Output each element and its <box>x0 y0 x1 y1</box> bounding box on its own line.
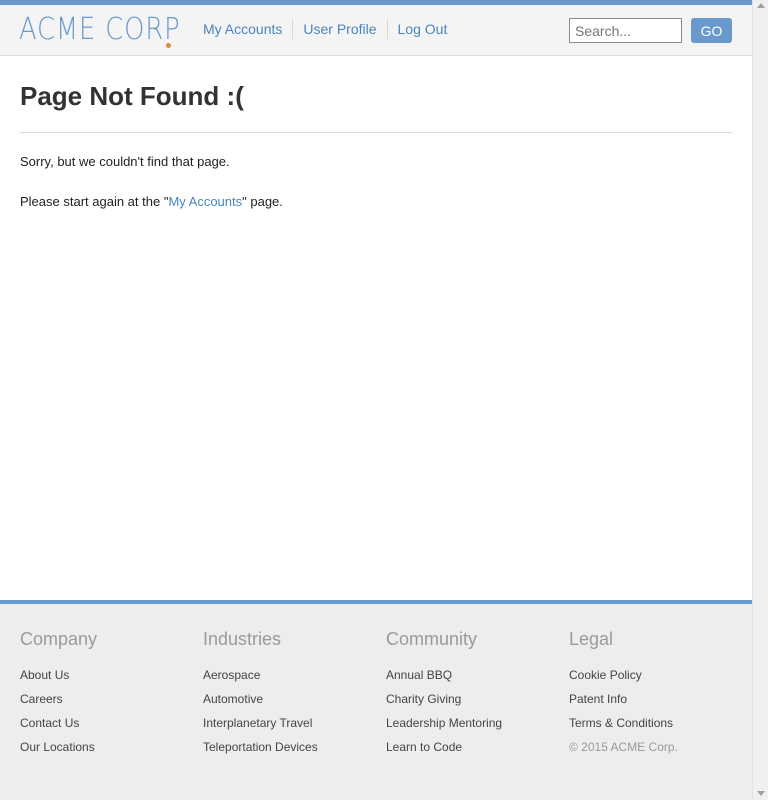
logo-dot <box>166 43 171 48</box>
restart-suffix: " page. <box>242 194 283 209</box>
sorry-message: Sorry, but we couldn't find that page. <box>20 154 230 169</box>
footer-link-aerospace[interactable]: Aerospace <box>203 663 383 687</box>
go-button[interactable]: GO <box>691 18 732 43</box>
copyright-text: © 2015 ACME Corp. <box>569 740 678 754</box>
footer-column-company: Company About Us Careers Contact Us Our … <box>20 628 200 759</box>
footer-link-learn-to-code[interactable]: Learn to Code <box>386 735 566 759</box>
nav-my-accounts[interactable]: My Accounts <box>192 19 292 39</box>
footer: Company About Us Careers Contact Us Our … <box>0 600 752 800</box>
footer-link-interplanetary-travel[interactable]: Interplanetary Travel <box>203 711 383 735</box>
search-input[interactable] <box>569 18 682 43</box>
footer-link-careers[interactable]: Careers <box>20 687 200 711</box>
footer-link-charity-giving[interactable]: Charity Giving <box>386 687 566 711</box>
footer-link-our-locations[interactable]: Our Locations <box>20 735 200 759</box>
footer-heading-industries: Industries <box>203 629 282 649</box>
footer-link-automotive[interactable]: Automotive <box>203 687 383 711</box>
footer-link-leadership-mentoring[interactable]: Leadership Mentoring <box>386 711 566 735</box>
main-nav: My Accounts User Profile Log Out <box>192 19 457 39</box>
footer-heading-company: Company <box>20 629 98 649</box>
nav-user-profile[interactable]: User Profile <box>292 19 386 39</box>
title-divider <box>20 132 732 133</box>
scroll-down-arrow-icon[interactable] <box>757 791 765 796</box>
footer-column-legal: Legal Cookie Policy Patent Info Terms & … <box>569 628 749 759</box>
page: ACME CORP My Accounts User Profile Log O… <box>0 0 752 800</box>
footer-link-terms-conditions[interactable]: Terms & Conditions <box>569 711 749 735</box>
footer-heading-community: Community <box>386 629 478 649</box>
footer-heading-legal: Legal <box>569 629 614 649</box>
footer-column-community: Community Annual BBQ Charity Giving Lead… <box>386 628 566 759</box>
scroll-up-arrow-icon[interactable] <box>757 3 765 8</box>
footer-link-annual-bbq[interactable]: Annual BBQ <box>386 663 566 687</box>
my-accounts-link[interactable]: My Accounts <box>168 194 242 209</box>
acme-logo[interactable]: ACME CORP <box>19 13 181 47</box>
header: ACME CORP My Accounts User Profile Log O… <box>0 5 752 56</box>
nav-log-out[interactable]: Log Out <box>386 19 458 39</box>
restart-message: Please start again at the "My Accounts" … <box>20 194 283 210</box>
page-title: Page Not Found :( <box>20 81 244 111</box>
footer-link-cookie-policy[interactable]: Cookie Policy <box>569 663 749 687</box>
footer-link-patent-info[interactable]: Patent Info <box>569 687 749 711</box>
footer-link-contact-us[interactable]: Contact Us <box>20 711 200 735</box>
footer-column-industries: Industries Aerospace Automotive Interpla… <box>203 628 383 759</box>
footer-link-about-us[interactable]: About Us <box>20 663 200 687</box>
main-content: Page Not Found :( Sorry, but we couldn't… <box>20 80 732 209</box>
restart-prefix: Please start again at the " <box>20 194 169 209</box>
vertical-scrollbar[interactable] <box>752 0 768 800</box>
footer-link-teleportation-devices[interactable]: Teleportation Devices <box>203 735 383 759</box>
